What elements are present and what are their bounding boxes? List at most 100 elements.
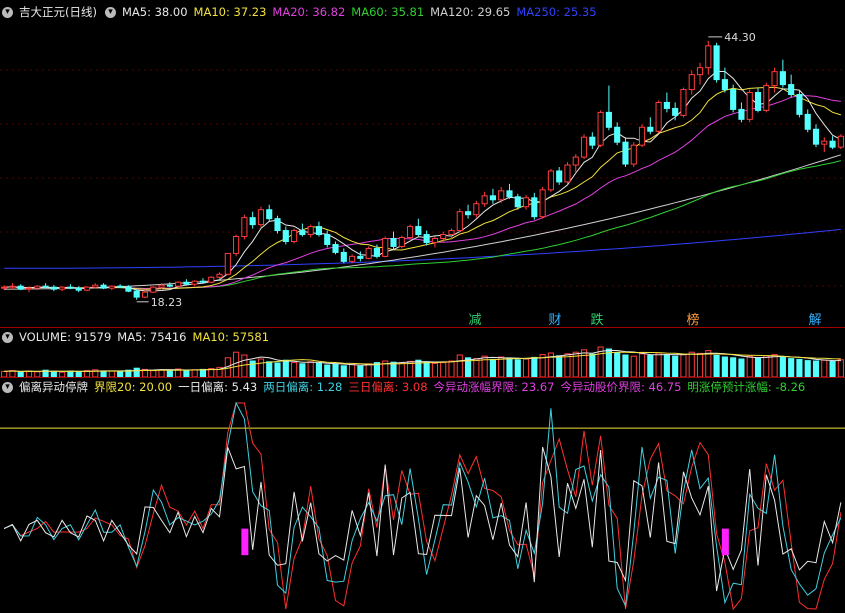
candle-body: [547, 170, 554, 191]
collapse-icon[interactable]: ▾: [2, 331, 13, 343]
volume-bar: [812, 360, 820, 377]
candle-body: [224, 252, 231, 275]
candle-body: [373, 247, 381, 257]
indicator-legend-item: 明涨停预计涨幅: -8.26: [687, 380, 806, 394]
candle-body: [365, 247, 372, 259]
volume-bar: [233, 351, 240, 377]
volume-bar: [199, 368, 207, 377]
candle-body: [730, 89, 737, 110]
candle-body: [216, 273, 223, 278]
candle-body: [407, 226, 414, 239]
volume-bar: [431, 362, 438, 377]
volume-bar: [133, 367, 140, 377]
candle-body: [605, 111, 612, 128]
volume-bar: [672, 355, 679, 377]
candle-body: [199, 280, 207, 283]
event-marker: 榜: [686, 312, 699, 327]
candle-body: [622, 141, 629, 165]
candle-body: [390, 238, 397, 247]
candle-body: [489, 195, 496, 201]
volume-bar: [655, 352, 662, 377]
volume-bar: [647, 354, 654, 377]
candle-body: [448, 230, 455, 236]
candle-body: [59, 286, 66, 290]
candle-body: [249, 217, 256, 226]
candle-body: [92, 284, 99, 288]
candle-body: [663, 101, 670, 109]
volume-bar: [514, 359, 521, 377]
candle-body: [241, 217, 248, 238]
volume-bar: [291, 362, 298, 377]
volume-bar: [315, 362, 323, 377]
high-price-label: 44.30: [724, 31, 756, 44]
candle-body: [324, 234, 331, 245]
volume-bar: [696, 352, 704, 377]
candle-body: [166, 284, 173, 287]
candle-body: [17, 285, 24, 290]
volume-bar: [506, 357, 513, 377]
volume-bar: [299, 363, 306, 377]
candle-body: [829, 140, 836, 148]
ma10-line: [4, 86, 842, 290]
volume-bar: [456, 354, 463, 377]
candle-body: [597, 111, 604, 146]
candle-body: [788, 84, 795, 96]
volume-legend-items: VOLUME: 91579 MA5: 75416 MA10: 57581: [19, 330, 275, 344]
volume-bar: [771, 354, 778, 377]
candle-body: [771, 71, 778, 87]
volume-bar: [779, 356, 786, 377]
candle-body: [705, 45, 712, 69]
volume-bar: [274, 362, 281, 377]
candle-body: [647, 126, 654, 132]
indicator-legend-item: 一日偏离: 5.43: [178, 380, 258, 394]
volume-bar: [423, 361, 430, 377]
candle-body: [672, 107, 679, 116]
volume-bar: [580, 349, 588, 377]
candle-body: [473, 203, 480, 216]
alert-bar: [241, 528, 249, 556]
candle-body: [83, 286, 91, 291]
candle-body: [539, 189, 546, 218]
candle-body: [1, 286, 8, 289]
volume-bar: [788, 358, 795, 377]
candle-body: [340, 251, 347, 262]
candle-body: [746, 92, 753, 120]
indicator-legend-item: 今异动涨幅界限: 23.67: [433, 380, 555, 394]
candle-body: [25, 287, 33, 290]
volume-bar: [357, 365, 364, 377]
volume-bar: [191, 369, 198, 377]
price-chart[interactable]: 44.30 18.23 减 财 跌 榜 解: [0, 0, 845, 327]
candle-body: [282, 230, 289, 242]
candle-body: [175, 281, 182, 287]
candle-body: [191, 280, 198, 285]
volume-bar: [390, 361, 397, 377]
volume-chart[interactable]: [0, 345, 845, 377]
volume-bar: [473, 358, 480, 377]
volume-bar: [837, 359, 844, 377]
candle-body: [614, 126, 621, 143]
volume-bar: [266, 361, 273, 377]
collapse-icon[interactable]: ▾: [2, 381, 13, 393]
candle-body: [117, 285, 124, 288]
volume-bar: [489, 358, 496, 377]
candle-body: [754, 92, 762, 111]
volume-bar: [498, 356, 505, 377]
candle-body: [738, 108, 745, 120]
indicator-chart[interactable]: [0, 395, 845, 613]
low-price-label: 18.23: [151, 296, 183, 309]
candle-body: [779, 71, 786, 86]
candle-body: [431, 238, 438, 243]
candle-body: [688, 74, 695, 91]
candle-body: [440, 234, 447, 240]
candle-body: [299, 230, 306, 236]
volume-legend: ▾ VOLUME: 91579 MA5: 75416 MA10: 57581: [0, 327, 845, 346]
candle-body: [67, 286, 74, 289]
candle-body: [804, 113, 811, 130]
candle-body: [274, 218, 281, 232]
candle-body: [837, 135, 844, 148]
candle-body: [796, 94, 803, 115]
volume-bar: [307, 361, 314, 377]
candle-body: [812, 128, 820, 145]
candle-body: [556, 170, 563, 183]
volume-bar: [763, 355, 770, 377]
